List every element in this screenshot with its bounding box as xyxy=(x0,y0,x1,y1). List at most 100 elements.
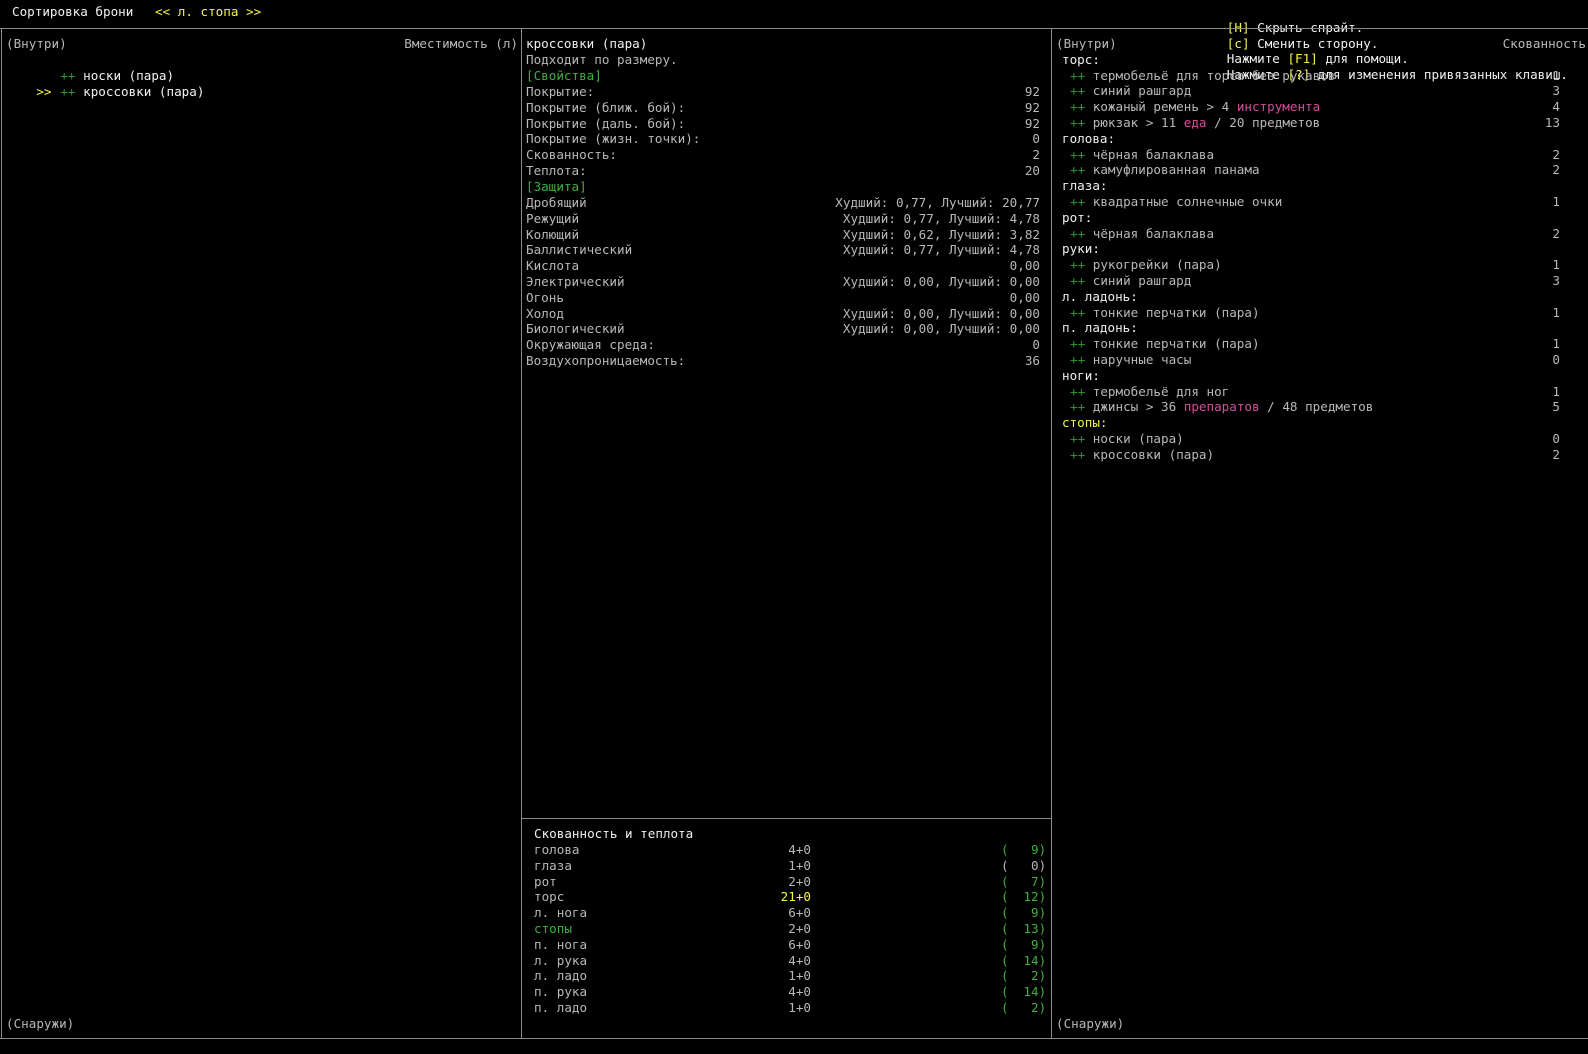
worn-item-text: джинсы > 36 xyxy=(1092,399,1184,415)
worn-item-text: синий рашгард xyxy=(1092,83,1192,99)
worn-marker: ++ xyxy=(1070,67,1093,83)
worn-item-row[interactable]: ++ синий рашгард 3 xyxy=(1070,83,1560,99)
protection-value: Худший: 0,77, Лучший: 4,78 xyxy=(842,242,1040,258)
protection-row: Воздухопроницаемость: 36 xyxy=(526,353,1040,369)
worn-item-encumbrance: 4 xyxy=(1552,99,1560,115)
worn-item-row[interactable]: ++ термобельё для ног 1 xyxy=(1070,384,1560,400)
worn-item-row[interactable]: ++ наручные часы 0 xyxy=(1070,352,1560,368)
worn-item-row[interactable]: ++ тонкие перчатки (пара) 1 xyxy=(1070,305,1560,321)
frame-bottom-border xyxy=(0,1038,1588,1039)
worn-item-text: кроссовки (пара) xyxy=(1092,446,1215,462)
worn-item-row[interactable]: ++ синий рашгард 3 xyxy=(1070,273,1560,289)
protection-value: Худший: 0,77, Лучший: 4,78 xyxy=(842,210,1040,226)
worn-item-row[interactable]: ++ рюкзак > 11 еда / 20 предметов 13 xyxy=(1070,115,1560,131)
worn-item-encumbrance: 2 xyxy=(1552,446,1560,462)
worn-item-row[interactable]: ++ носки (пара) 0 xyxy=(1070,431,1560,447)
worn-item-row[interactable]: ++ джинсы > 36 препаратов / 48 предметов… xyxy=(1070,399,1560,415)
encumbrance-row: п. ладо 1+0 (2) xyxy=(534,1000,1046,1016)
warmth-number: 9 xyxy=(1031,936,1039,952)
body-part-group: л. ладонь: xyxy=(1062,288,1138,304)
encumbrance-value: 4+0 xyxy=(788,842,811,857)
side-selector[interactable]: << л. стопа >> xyxy=(155,4,261,20)
encumbrance-row: рот 2+0 (7) xyxy=(534,873,1046,890)
worn-item-encumbrance: 0 xyxy=(1552,431,1560,446)
body-part-label: п. ладо xyxy=(534,1000,588,1015)
worn-item-encumbrance: 2 xyxy=(1552,162,1560,178)
worn-item-row[interactable]: ++ рукогрейки (пара) 1 xyxy=(1070,257,1560,273)
worn-marker: ++ xyxy=(1070,146,1093,162)
worn-marker: ++ xyxy=(1070,304,1093,320)
worn-item-encumbrance: 1 xyxy=(1552,336,1560,352)
worn-item-text: / 48 предметов xyxy=(1259,399,1374,415)
worn-item-encumbrance: 2 xyxy=(1552,225,1560,241)
protection-label: Электрический xyxy=(526,274,625,289)
worn-item-encumbrance: 0 xyxy=(1552,352,1560,367)
protection-header: [Защита] xyxy=(526,179,587,194)
worn-item-row[interactable]: ++ камуфлированная панама 2 xyxy=(1070,162,1560,178)
encumbrance-title: Скованность и теплота xyxy=(534,826,694,841)
encumbrance-value: 6+0 xyxy=(788,905,811,921)
property-label: Теплота: xyxy=(526,163,587,178)
protection-label: Биологический xyxy=(526,321,625,337)
body-part-group: торс: xyxy=(1062,51,1100,67)
body-part-group: рот: xyxy=(1062,209,1093,225)
worn-item-encumbrance: 1 xyxy=(1552,67,1560,83)
worn-marker: ++ xyxy=(1070,446,1093,462)
body-part-label: л. ладо xyxy=(534,968,588,984)
warmth-number: 13 xyxy=(1023,921,1039,936)
top-bar: Сортировка брони << л. стопа >> [H] Скры… xyxy=(0,0,1588,82)
item-info-panel: кроссовки (пара) Подходит по размеру. [С… xyxy=(522,29,1051,818)
protection-label: Огонь xyxy=(526,289,564,305)
protection-label: Баллистический xyxy=(526,242,633,258)
worn-item-row[interactable]: ++ термобельё для торса без рукавов 1 xyxy=(1070,68,1560,84)
body-part-label: глаза xyxy=(534,857,572,873)
worn-item-text: термобельё для ног xyxy=(1092,383,1230,399)
protection-row: Дробящий Худший: 0,77, Лучший: 20,77 xyxy=(526,195,1040,211)
protection-label: Воздухопроницаемость: xyxy=(526,353,686,368)
worn-item-text: камуфлированная панама xyxy=(1092,162,1260,178)
body-part-group: ноги: xyxy=(1062,367,1100,383)
warmth-number: 12 xyxy=(1023,889,1039,905)
protection-label: Режущий xyxy=(526,210,580,226)
body-part-label: рот xyxy=(534,873,557,889)
warmth-number: 14 xyxy=(1023,952,1039,968)
left-inventory-panel: (Внутри) Вместимость (л) ++ носки (пара)… xyxy=(2,29,521,1038)
protection-row: Колющий Худший: 0,62, Лучший: 3,82 xyxy=(526,227,1040,243)
warmth-value: (13) xyxy=(1001,921,1047,936)
worn-item-row[interactable]: ++ чёрная балаклава 2 xyxy=(1070,226,1560,242)
encumbrance-value: 6+0 xyxy=(788,936,811,952)
worn-item-row[interactable]: ++ квадратные солнечные очки 1 xyxy=(1070,194,1560,210)
encumbrance-row: л. ладо 1+0 (2) xyxy=(534,968,1046,984)
property-value: 0 xyxy=(1032,131,1040,147)
worn-item-row[interactable]: ++ кроссовки (пара) 2 xyxy=(1070,447,1560,463)
worn-item-encumbrance: 1 xyxy=(1552,383,1560,399)
list-item-selected[interactable]: >> ++ кроссовки (пара) xyxy=(6,68,506,115)
worn-item-encumbrance: 1 xyxy=(1552,194,1560,209)
protection-row: Электрический Худший: 0,00, Лучший: 0,00 xyxy=(526,274,1040,290)
warmth-number: 7 xyxy=(1031,873,1039,889)
properties-header: [Свойства] xyxy=(526,68,602,83)
body-part-group: руки: xyxy=(1062,241,1100,257)
encumbrance-row: глаза 1+0 (0) xyxy=(534,857,1046,874)
item-title: кроссовки (пара) xyxy=(526,36,648,51)
worn-item-text: рукогрейки (пара) xyxy=(1092,257,1222,273)
worn-item-text: / 20 предметов xyxy=(1206,115,1321,130)
encumbrance-row: л. рука 4+0 (14) xyxy=(534,952,1047,969)
body-part-label: л. рука xyxy=(534,952,588,968)
property-value: 20 xyxy=(1024,163,1040,178)
worn-item-row[interactable]: ++ тонкие перчатки (пара) 1 xyxy=(1070,336,1560,352)
encumbrance-value: 1+0 xyxy=(788,968,811,984)
worn-item-row[interactable]: ++ чёрная балаклава 2 xyxy=(1070,147,1560,163)
worn-item-row[interactable]: ++ кожаный ремень > 4 инструмента 4 xyxy=(1070,99,1560,115)
item-fit-note: Подходит по размеру. xyxy=(526,52,678,67)
worn-marker: ++ xyxy=(1070,273,1093,288)
worn-marker: ++ xyxy=(1070,399,1093,415)
encumbrance-row: п. рука 4+0 (14) xyxy=(534,984,1046,1000)
property-value: 92 xyxy=(1024,84,1040,99)
warmth-value: (14) xyxy=(1001,952,1047,968)
protection-label: Кислота xyxy=(526,258,580,274)
warmth-value: (12) xyxy=(1001,889,1047,905)
warmth-number: 14 xyxy=(1023,984,1039,1000)
left-header-capacity: Вместимость (л) xyxy=(404,36,518,51)
protection-value: Худший: 0,00, Лучший: 0,00 xyxy=(842,321,1040,337)
